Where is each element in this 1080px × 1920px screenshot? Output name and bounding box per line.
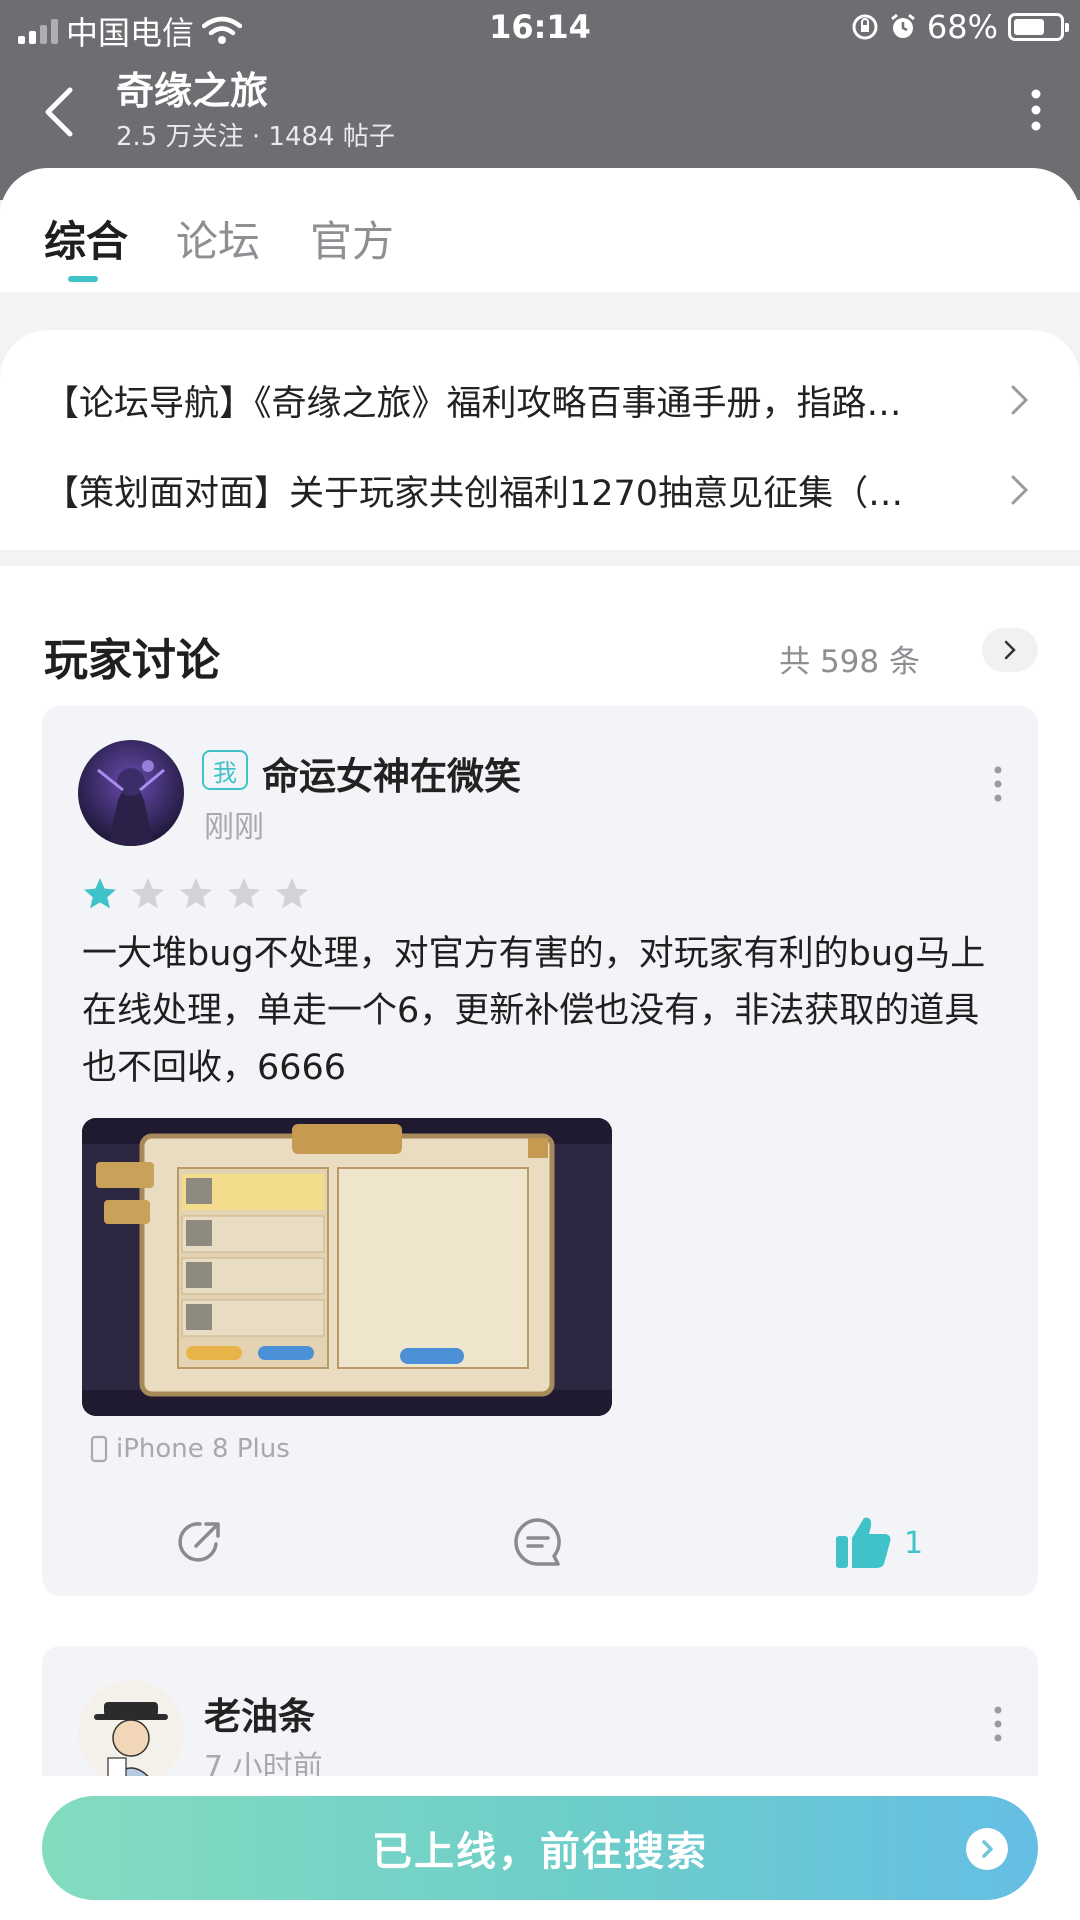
chevron-right-icon <box>1004 640 1016 660</box>
bottom-cta-bar: 已上线，前往搜索 <box>0 1776 1080 1920</box>
post-more-icon[interactable] <box>992 1704 1004 1744</box>
rating-stars <box>82 876 310 912</box>
chevron-right-icon <box>1011 385 1029 415</box>
avatar[interactable] <box>78 740 184 846</box>
battery-percent: 68% <box>926 8 998 46</box>
notice-text: 【论坛导航】《奇缘之旅》福利攻略百事通手册，指路… <box>44 383 902 424</box>
star-empty-icon <box>132 878 164 909</box>
alarm-icon <box>890 13 915 38</box>
self-badge: 我 <box>202 750 248 790</box>
device-name: iPhone 8 Plus <box>116 1434 290 1464</box>
rotation-lock-icon <box>852 14 878 40</box>
device-label: iPhone 8 Plus <box>90 1434 290 1464</box>
go-search-label: 已上线，前往搜索 <box>372 1829 708 1875</box>
notice-item[interactable]: 【策划面对面】关于玩家共创福利1270抽意见征集（… <box>44 460 1036 520</box>
comment-icon[interactable] <box>510 1514 566 1570</box>
like-count: 1 <box>904 1526 924 1561</box>
username[interactable]: 老油条 <box>204 1686 315 1740</box>
back-arrow-icon[interactable] <box>36 82 86 142</box>
status-bar: 中国电信 16:14 68% <box>0 0 1080 56</box>
star-empty-icon <box>180 878 212 909</box>
post-card[interactable]: 我 命运女神在微笑 刚刚 一大堆bug不处理，对官方有害的，对玩家有利的bug马… <box>42 706 1038 1596</box>
active-tab-indicator <box>68 276 98 282</box>
page-title: 奇缘之旅 <box>116 69 269 113</box>
star-empty-icon <box>228 878 260 909</box>
tab-forum[interactable]: 论坛 <box>176 208 260 269</box>
tab-official[interactable]: 官方 <box>310 208 394 269</box>
discussion-more-button[interactable] <box>982 628 1038 672</box>
tab-bar: 综合 论坛 官方 <box>0 168 1080 292</box>
post-time: 刚刚 <box>204 810 264 845</box>
go-search-button[interactable]: 已上线，前往搜索 <box>42 1796 1038 1900</box>
battery-icon <box>1008 13 1069 41</box>
notice-item[interactable]: 【论坛导航】《奇缘之旅》福利攻略百事通手册，指路… <box>44 370 1036 430</box>
username[interactable]: 命运女神在微笑 <box>262 746 521 800</box>
avatar[interactable] <box>78 1680 184 1786</box>
chevron-right-icon <box>1011 475 1029 505</box>
phone-icon <box>90 1435 108 1463</box>
post-more-icon[interactable] <box>992 764 1004 804</box>
section-title: 玩家讨论 <box>44 635 220 686</box>
share-icon[interactable] <box>172 1514 228 1570</box>
notice-text: 【策划面对面】关于玩家共创福利1270抽意见征集（… <box>44 473 904 514</box>
post-image[interactable] <box>82 1118 612 1416</box>
player-discussion-section: 玩家讨论 共 598 条 我 命运女神在微笑 刚刚 一大堆bug不处理，对官方有… <box>0 566 1080 1920</box>
star-empty-icon <box>276 878 308 909</box>
discussion-count[interactable]: 共 598 条 <box>779 636 920 681</box>
page-subtitle: 2.5 万关注 · 1484 帖子 <box>116 122 395 152</box>
more-options-icon[interactable] <box>1026 86 1046 134</box>
arrow-right-icon <box>966 1828 1008 1870</box>
star-filled-icon <box>84 878 116 909</box>
post-content[interactable]: 一大堆bug不处理，对官方有害的，对玩家有利的bug马上在线处理，单走一个6，更… <box>82 926 1002 1097</box>
like-icon[interactable] <box>834 1514 894 1570</box>
pinned-notices: 【论坛导航】《奇缘之旅》福利攻略百事通手册，指路… 【策划面对面】关于玩家共创福… <box>0 330 1080 550</box>
post-actions: 1 <box>42 1514 1038 1574</box>
tab-overview[interactable]: 综合 <box>44 208 128 269</box>
nav-bar: 奇缘之旅 2.5 万关注 · 1484 帖子 <box>0 60 1080 160</box>
